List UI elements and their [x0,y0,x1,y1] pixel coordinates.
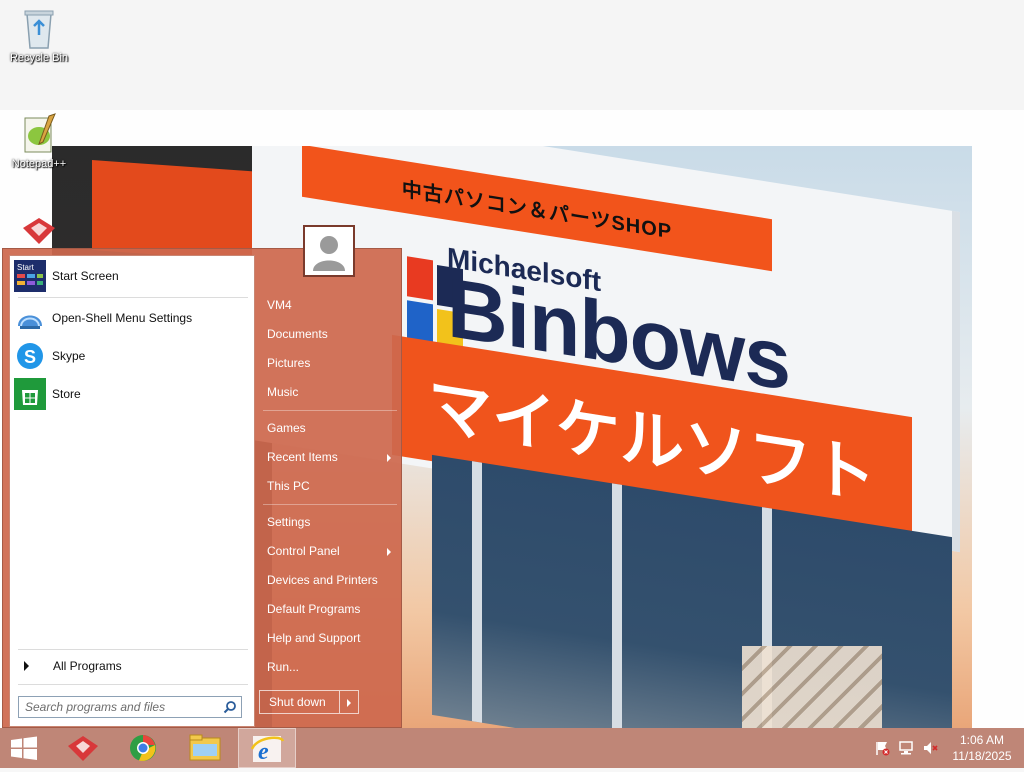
chevron-right-icon [347,699,351,707]
shutdown-label: Shut down [260,691,340,713]
start-link-default-programs[interactable]: Default Programs [259,595,399,623]
chevron-right-icon [24,661,29,671]
start-button[interactable] [0,728,48,768]
start-link-label: Recent Items [267,450,338,464]
network-icon[interactable] [898,740,914,756]
start-item-start-screen[interactable]: Start Start Screen [14,260,250,292]
start-menu-programs-pane: Start Start Screen Open-Shell Menu Setti… [9,255,255,727]
taskbar-app[interactable] [54,728,112,768]
recycle-bin-icon [19,6,59,50]
volume-muted-icon[interactable] [922,740,938,756]
taskbar-chrome[interactable] [114,728,172,768]
divider [18,297,248,298]
app-icon [68,736,98,761]
taskbar-internet-explorer[interactable]: e [238,728,296,768]
desktop-icon-label: Recycle Bin [9,52,69,64]
desktop-background-top [0,0,1024,110]
start-link-devices-and-printers[interactable]: Devices and Printers [259,566,399,594]
start-menu: Start Start Screen Open-Shell Menu Setti… [2,225,402,728]
store-icon [14,378,46,410]
desktop-icon-recycle-bin[interactable]: Recycle Bin [1,6,77,64]
taskbar-clock[interactable]: 1:06 AM 11/18/2025 [950,732,1014,764]
user-icon [305,227,353,275]
chevron-right-icon [387,454,391,462]
windows-logo-icon [11,736,37,760]
start-link-label: Settings [267,515,311,529]
start-link-this-pc[interactable]: This PC [259,472,399,500]
start-link-label: Default Programs [267,602,361,616]
divider [18,649,248,650]
desktop-icon-notepad-plus-plus[interactable]: Notepad++ [1,112,77,170]
taskbar: e 1:06 AM 11/18/2025 [0,728,1024,768]
internet-explorer-icon: e [250,736,285,765]
start-item-label: Skype [52,349,86,363]
svg-text:e: e [258,739,269,765]
all-programs-label: All Programs [53,659,122,673]
search-icon [223,701,236,714]
taskbar-file-explorer[interactable] [176,728,234,768]
start-link-settings[interactable]: Settings [259,508,399,536]
start-link-documents[interactable]: Documents [259,320,399,348]
start-link-label: VM4 [267,298,292,312]
svg-text:S: S [24,347,36,367]
start-link-label: Control Panel [267,544,340,558]
start-link-games[interactable]: Games [259,414,399,442]
shutdown-button[interactable]: Shut down [259,690,359,714]
start-link-recent-items[interactable]: Recent Items [259,443,399,471]
start-link-label: Documents [267,327,328,341]
file-explorer-icon [189,734,221,761]
divider [263,410,397,411]
wallpaper-stairs [742,646,882,728]
start-link-vm4[interactable]: VM4 [259,291,399,319]
start-link-label: Help and Support [267,631,361,645]
start-link-label: Devices and Printers [267,573,378,587]
search-placeholder: Search programs and files [25,700,166,714]
clock-date: 11/18/2025 [952,749,1012,763]
skype-icon: S [14,340,46,372]
start-link-pictures[interactable]: Pictures [259,349,399,377]
all-programs-button[interactable]: All Programs [14,654,250,678]
user-avatar[interactable] [303,225,355,277]
search-input[interactable]: Search programs and files [18,696,242,718]
start-link-label: Run... [267,660,300,674]
start-item-label: Store [52,387,81,401]
start-link-label: Music [267,385,299,399]
action-center-flag-icon[interactable] [874,740,890,756]
desktop-icon-label: Notepad++ [11,158,67,170]
start-link-label: This PC [267,479,310,493]
start-link-run[interactable]: Run... [259,653,399,681]
divider [18,684,248,685]
start-link-label: Pictures [267,356,311,370]
start-link-music[interactable]: Music [259,378,399,406]
svg-text:Start: Start [17,263,35,272]
start-screen-icon: Start [14,260,46,292]
shutdown-options-button[interactable] [340,691,358,713]
chrome-icon [130,735,156,761]
start-item-store[interactable]: Store [14,378,250,410]
start-link-label: Games [267,421,306,435]
start-link-control-panel[interactable]: Control Panel [259,537,399,565]
start-item-skype[interactable]: S Skype [14,340,250,372]
notepad-plus-plus-icon [19,112,59,156]
open-shell-icon [14,302,46,334]
start-link-help-and-support[interactable]: Help and Support [259,624,399,652]
start-item-open-shell-settings[interactable]: Open-Shell Menu Settings [14,302,250,334]
chevron-right-icon [387,548,391,556]
clock-time: 1:06 AM [959,733,1005,747]
start-item-label: Open-Shell Menu Settings [52,311,193,325]
divider [263,504,397,505]
start-item-label: Start Screen [52,269,119,283]
